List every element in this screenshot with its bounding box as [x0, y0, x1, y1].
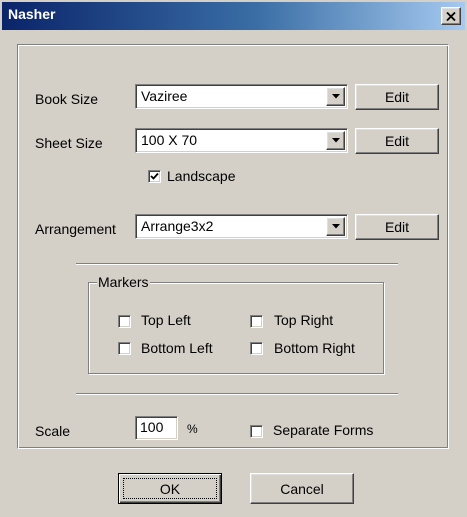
scale-unit: % [187, 422, 198, 436]
title-bar[interactable]: Nasher [2, 2, 465, 30]
bottom-left-checkbox[interactable] [118, 342, 131, 355]
close-button[interactable] [441, 7, 461, 25]
book-size-dropdown-arrow[interactable] [326, 87, 345, 106]
separator-bottom [76, 393, 398, 395]
bottom-left-label: Bottom Left [141, 340, 213, 356]
window-title: Nasher [8, 6, 56, 22]
separator-top [76, 263, 398, 265]
arrangement-edit-button[interactable]: Edit [355, 214, 439, 240]
markers-group: Markers [88, 274, 384, 374]
top-left-label: Top Left [141, 312, 191, 328]
dropdown-arrow-icon [331, 138, 340, 143]
sheet-size-value: 100 X 70 [141, 132, 198, 148]
sheet-size-edit-button[interactable]: Edit [355, 128, 439, 154]
book-size-value: Vaziree [141, 88, 188, 104]
bottom-right-label: Bottom Right [274, 340, 355, 356]
top-right-checkbox[interactable] [250, 315, 263, 328]
book-size-dropdown[interactable]: Vaziree [135, 84, 348, 109]
arrangement-value: Arrange3x2 [141, 218, 214, 234]
separate-forms-checkbox[interactable] [250, 425, 263, 438]
book-size-edit-button[interactable]: Edit [355, 84, 439, 110]
arrangement-label: Arrangement [35, 221, 116, 237]
scale-input[interactable]: 100 [135, 416, 178, 440]
arrangement-dropdown-arrow[interactable] [326, 217, 345, 236]
book-size-label: Book Size [35, 91, 99, 107]
nasher-dialog: Nasher Book Size Vaziree Edit Sheet Size… [0, 0, 467, 517]
markers-group-title: Markers [97, 274, 150, 290]
arrangement-dropdown[interactable]: Arrange3x2 [135, 214, 348, 239]
cancel-button[interactable]: Cancel [250, 473, 354, 504]
checkmark-icon [150, 172, 159, 180]
top-right-label: Top Right [274, 312, 334, 328]
top-left-checkbox[interactable] [118, 315, 131, 328]
sheet-size-label: Sheet Size [35, 135, 103, 151]
ok-button[interactable]: OK [118, 473, 222, 504]
dropdown-arrow-icon [331, 224, 340, 229]
landscape-checkbox[interactable] [148, 170, 161, 183]
dropdown-arrow-icon [331, 94, 340, 99]
separate-forms-label: Separate Forms [273, 422, 374, 438]
landscape-label: Landscape [167, 168, 236, 184]
focus-rect [123, 478, 217, 499]
scale-label: Scale [35, 423, 71, 439]
close-icon [446, 11, 456, 21]
sheet-size-dropdown[interactable]: 100 X 70 [135, 128, 348, 153]
sheet-size-dropdown-arrow[interactable] [326, 131, 345, 150]
bottom-right-checkbox[interactable] [250, 342, 263, 355]
scale-value: 100 [140, 419, 164, 435]
